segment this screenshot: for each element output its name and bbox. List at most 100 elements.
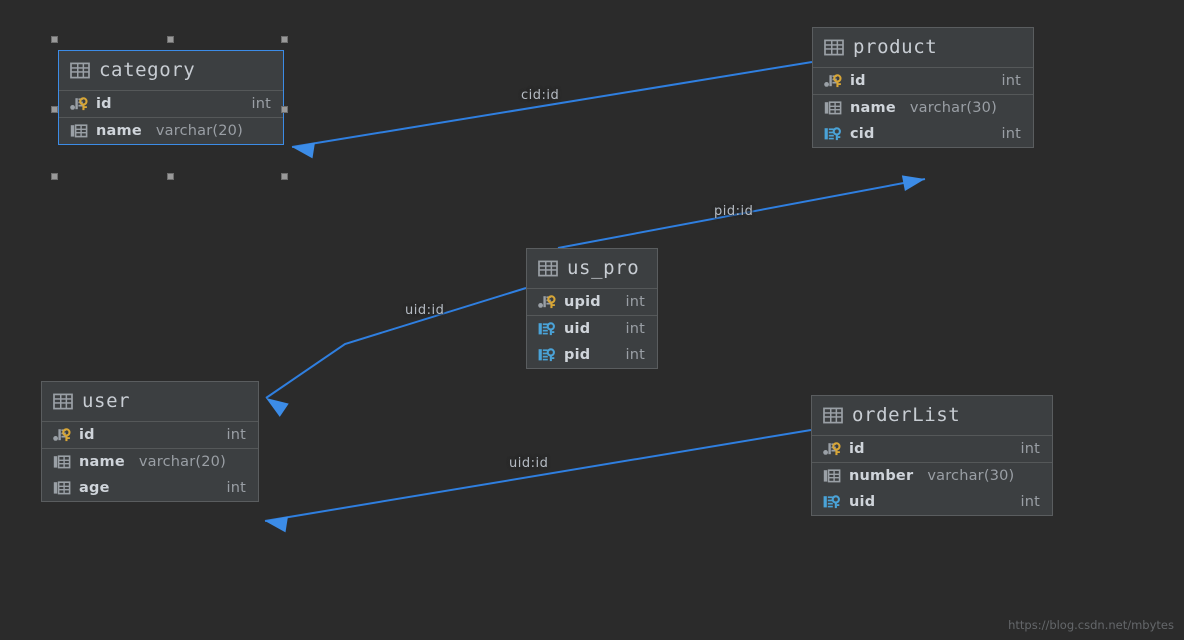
primary-key-icon: [53, 427, 71, 443]
selection-handle[interactable]: [167, 36, 174, 43]
column-icon: [823, 468, 841, 484]
entity-table-category[interactable]: category id int name varchar(20): [58, 50, 284, 145]
column-row[interactable]: id int: [813, 68, 1033, 94]
column-type: int: [625, 347, 645, 363]
column-row[interactable]: number varchar(30): [812, 463, 1052, 489]
foreign-key-icon: [824, 126, 842, 142]
column-name: id: [96, 96, 112, 112]
selection-handle[interactable]: [51, 173, 58, 180]
relation-line-us_pro-uid-to-user-id: [265, 287, 527, 399]
entity-title: user: [82, 390, 131, 412]
column-icon: [53, 480, 71, 496]
selection-handle[interactable]: [51, 36, 58, 43]
entity-columns-us_pro: upid int uid int pid int: [527, 289, 657, 368]
column-type: int: [226, 480, 246, 496]
entity-header-product[interactable]: product: [813, 28, 1033, 68]
entity-table-user[interactable]: user id int name varchar(20) age int: [41, 381, 259, 502]
column-group: upid int: [527, 289, 657, 316]
column-icon: [70, 123, 88, 139]
column-group: number varchar(30) uid int: [812, 463, 1052, 515]
selection-handle[interactable]: [281, 36, 288, 43]
selection-handle[interactable]: [51, 106, 58, 113]
column-name: id: [849, 441, 865, 457]
column-row[interactable]: id int: [42, 422, 258, 448]
column-row[interactable]: uid int: [812, 489, 1052, 515]
column-row[interactable]: name varchar(20): [59, 118, 283, 144]
entity-table-orderList[interactable]: orderList id int number varchar(30) uid int: [811, 395, 1053, 516]
entity-header-user[interactable]: user: [42, 382, 258, 422]
column-name: uid: [564, 321, 591, 337]
column-icon: [53, 454, 71, 470]
column-group: name varchar(30) cid int: [813, 95, 1033, 147]
er-diagram-canvas[interactable]: cid:id pid:id uid:id uid:id category id int na…: [0, 0, 1184, 640]
entity-table-us_pro[interactable]: us_pro upid int uid int pid int: [526, 248, 658, 369]
column-type: int: [1001, 126, 1021, 142]
column-type: int: [625, 321, 645, 337]
primary-key-icon: [538, 294, 556, 310]
foreign-key-icon: [538, 347, 556, 363]
column-type: varchar(20): [138, 454, 226, 470]
watermark: https://blog.csdn.net/mbytes: [1008, 618, 1174, 632]
column-row[interactable]: id int: [812, 436, 1052, 462]
column-row[interactable]: pid int: [527, 342, 657, 368]
table-icon: [823, 407, 843, 424]
column-group: id int: [59, 91, 283, 118]
table-icon: [70, 62, 90, 79]
relation-label-us_pro-pid-to-product-id: pid:id: [714, 204, 754, 219]
column-group: uid int pid int: [527, 316, 657, 368]
table-icon: [53, 393, 73, 410]
column-name: pid: [564, 347, 591, 363]
selection-handle[interactable]: [281, 173, 288, 180]
column-type: int: [1001, 73, 1021, 89]
column-name: number: [849, 468, 914, 484]
entity-header-category[interactable]: category: [59, 51, 283, 91]
table-icon: [824, 39, 844, 56]
entity-title: category: [99, 59, 196, 81]
entity-title: us_pro: [567, 257, 640, 279]
column-name: uid: [849, 494, 876, 510]
relation-arrowhead-us_pro-uid-to-user-id: [266, 398, 289, 417]
column-group: name varchar(20): [59, 118, 283, 144]
relation-arrowhead-product-cid-to-category-id: [292, 142, 315, 159]
primary-key-icon: [70, 96, 88, 112]
primary-key-icon: [824, 73, 842, 89]
column-group: name varchar(20) age int: [42, 449, 258, 501]
entity-columns-category: id int name varchar(20): [59, 91, 283, 144]
column-row[interactable]: name varchar(20): [42, 449, 258, 475]
column-row[interactable]: cid int: [813, 121, 1033, 147]
column-type: varchar(30): [927, 468, 1015, 484]
column-row[interactable]: age int: [42, 475, 258, 501]
column-type: varchar(30): [909, 100, 997, 116]
entity-table-product[interactable]: product id int name varchar(30) cid int: [812, 27, 1034, 148]
selection-handle[interactable]: [167, 173, 174, 180]
relation-label-product-cid-to-category-id: cid:id: [521, 88, 560, 103]
table-icon: [538, 260, 558, 277]
column-group: id int: [813, 68, 1033, 95]
column-type: int: [226, 427, 246, 443]
column-row[interactable]: name varchar(30): [813, 95, 1033, 121]
relation-label-orderList-uid-to-user-id: uid:id: [509, 456, 549, 471]
relation-arrowhead-orderList-uid-to-user-id: [265, 516, 288, 533]
column-row[interactable]: upid int: [527, 289, 657, 315]
column-type: int: [1020, 441, 1040, 457]
foreign-key-icon: [823, 494, 841, 510]
column-name: id: [850, 73, 866, 89]
column-name: name: [96, 123, 142, 139]
entity-header-orderList[interactable]: orderList: [812, 396, 1052, 436]
column-name: cid: [850, 126, 875, 142]
relation-label-us_pro-uid-to-user-id: uid:id: [405, 303, 445, 318]
column-row[interactable]: uid int: [527, 316, 657, 342]
selection-handle[interactable]: [281, 106, 288, 113]
relation-line-orderList-uid-to-user-id: [264, 429, 812, 522]
column-row[interactable]: id int: [59, 91, 283, 117]
column-name: id: [79, 427, 95, 443]
entity-columns-orderList: id int number varchar(30) uid int: [812, 436, 1052, 515]
relation-line-product-cid-to-category-id: [291, 61, 813, 148]
column-name: age: [79, 480, 110, 496]
entity-title: product: [853, 36, 938, 58]
column-name: name: [850, 100, 896, 116]
column-name: upid: [564, 294, 601, 310]
entity-header-us_pro[interactable]: us_pro: [527, 249, 657, 289]
column-name: name: [79, 454, 125, 470]
entity-columns-product: id int name varchar(30) cid int: [813, 68, 1033, 147]
